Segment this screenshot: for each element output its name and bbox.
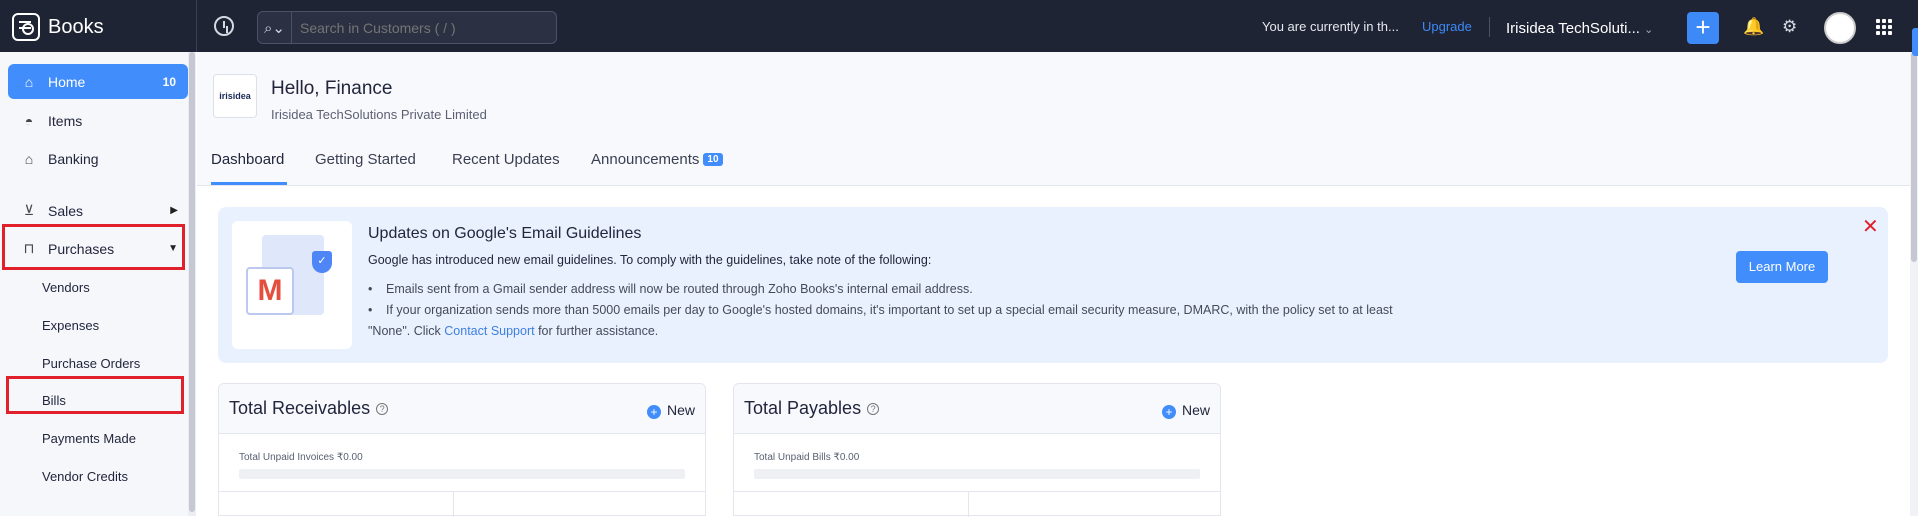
card-divider [219,491,705,492]
payables-card: Total Payables? + New Total Unpaid Bills … [733,383,1221,517]
unpaid-bills-text: Total Unpaid Bills ₹0.00 [754,452,860,463]
announcement-banner: M ✓ Updates on Google's Email Guidelines… [218,207,1888,363]
new-receivable-button[interactable]: + New [646,402,695,419]
tab-label: Announcements [591,151,700,168]
bullet-text: "None". Click [368,324,445,338]
sidebar-scroll-thumb[interactable] [189,52,195,512]
payables-progress-bar [754,469,1200,479]
top-bar: Books ⌕⌄ You are currently in th... Upgr… [0,0,1918,52]
banner-bullet-continuation: "None". Click Contact Support for furthe… [368,324,658,338]
books-logo-icon [12,13,40,41]
app-logo[interactable]: Books [12,13,104,41]
sidebar-subitem-expenses[interactable]: Expenses [42,318,99,333]
highlight-bills [6,376,184,414]
home-badge: 10 [162,74,176,89]
new-label: New [1181,402,1210,418]
chevron-down-icon: ⌄ [1644,24,1654,36]
avatar[interactable] [1824,12,1856,44]
cart-icon: ⊻ [23,202,35,218]
sidebar-item-items[interactable]: ◓ Items [8,103,188,138]
app-name: Books [48,15,104,38]
sidebar-subitem-vendors[interactable]: Vendors [42,280,90,295]
contact-support-link[interactable]: Contact Support [444,324,534,338]
gmail-illustration: M ✓ [232,221,352,349]
main-content: irisidea Hello, Finance Irisidea TechSol… [197,52,1910,517]
side-panel-handle[interactable] [1912,28,1918,56]
bell-icon[interactable]: 🔔 [1743,17,1764,37]
dashboard-header: irisidea Hello, Finance Irisidea TechSol… [197,52,1910,186]
upgrade-link[interactable]: Upgrade [1422,19,1472,34]
gmail-icon: M [246,267,294,315]
banner-description: Google has introduced new email guidelin… [368,253,932,267]
chevron-right-icon: ▶ [170,205,178,216]
learn-more-button[interactable]: Learn More [1736,251,1828,283]
bullet-text: Emails sent from a Gmail sender address … [386,282,973,296]
greeting: Hello, Finance [271,78,393,99]
card-title-text: Total Payables [744,398,862,418]
sidebar-item-label: Sales [48,202,84,219]
new-payable-button[interactable]: + New [1161,402,1210,419]
home-icon: ⌂ [24,73,34,90]
help-icon[interactable]: ? [867,403,880,415]
active-tab-indicator [211,182,287,185]
card-header: Total Payables? + New [734,384,1220,434]
announcements-badge: 10 [703,153,723,166]
card-divider [968,492,969,517]
search-box[interactable]: ⌕⌄ [257,11,557,44]
unpaid-invoices-text: Total Unpaid Invoices ₹0.00 [239,452,363,463]
receivables-card: Total Receivables? + New Total Unpaid Inv… [218,383,706,517]
banner-title: Updates on Google's Email Guidelines [368,225,642,242]
quick-create-button[interactable]: + [1687,12,1719,44]
bullet-text: for further assistance. [534,324,659,338]
tab-dashboard[interactable]: Dashboard [211,151,284,168]
bank-icon: ⌂ [24,150,34,167]
card-title: Total Payables? [744,398,880,419]
highlight-purchases [2,224,185,270]
sidebar-item-label: Items [48,112,83,129]
sidebar-item-banking[interactable]: ⌂ Banking [8,141,188,176]
main-scroll-thumb[interactable] [1911,52,1917,262]
plus-circle-icon: + [646,405,661,419]
tab-recent-updates[interactable]: Recent Updates [452,151,560,168]
new-label: New [666,402,695,418]
bullet-text: If your organization sends more than 500… [386,303,1393,317]
search-icon[interactable]: ⌕⌄ [258,12,292,43]
banner-bullet: • If your organization sends more than 50… [368,303,1393,317]
tab-announcements[interactable]: Announcements 10 [591,151,723,168]
gear-icon[interactable]: ⚙ [1782,17,1797,37]
app-grid-icon[interactable] [1876,19,1892,35]
sidebar-item-label: Banking [48,150,99,167]
help-icon[interactable]: ? [376,403,389,415]
card-title-text: Total Receivables [229,398,371,418]
topbar-divider [196,0,197,52]
banner-bullet: • Emails sent from a Gmail sender address… [368,282,973,296]
org-name: Irisidea TechSolutions Private Limited [271,107,487,122]
org-switcher-label: Irisidea TechSoluti... [1506,20,1640,37]
card-title: Total Receivables? [229,398,389,419]
close-icon[interactable]: ✕ [1862,214,1879,239]
sidebar-subitem-payments-made[interactable]: Payments Made [42,431,136,446]
tab-getting-started[interactable]: Getting Started [315,151,416,168]
sidebar-item-home[interactable]: ⌂ Home 10 [8,64,188,99]
org-logo: irisidea [213,74,257,118]
sidebar-item-sales[interactable]: ⊻ Sales ▶ [8,193,188,228]
basket-icon: ◓ [24,112,34,129]
sidebar-subitem-purchase-orders[interactable]: Purchase Orders [42,356,140,371]
plus-circle-icon: + [1161,405,1176,419]
trial-status-text: You are currently in th... [1262,19,1399,34]
sidebar-subitem-vendor-credits[interactable]: Vendor Credits [42,469,128,484]
receivables-progress-bar [239,469,685,479]
card-divider [453,492,454,517]
topbar-separator [1489,17,1490,37]
card-header: Total Receivables? + New [219,384,705,434]
org-switcher[interactable]: Irisidea TechSoluti... ⌄ [1506,20,1653,37]
sidebar-item-label: Home [48,73,86,90]
shield-check-icon: ✓ [312,251,332,273]
recent-history-icon[interactable] [214,16,234,36]
card-divider [734,491,1220,492]
search-input[interactable] [292,19,542,36]
